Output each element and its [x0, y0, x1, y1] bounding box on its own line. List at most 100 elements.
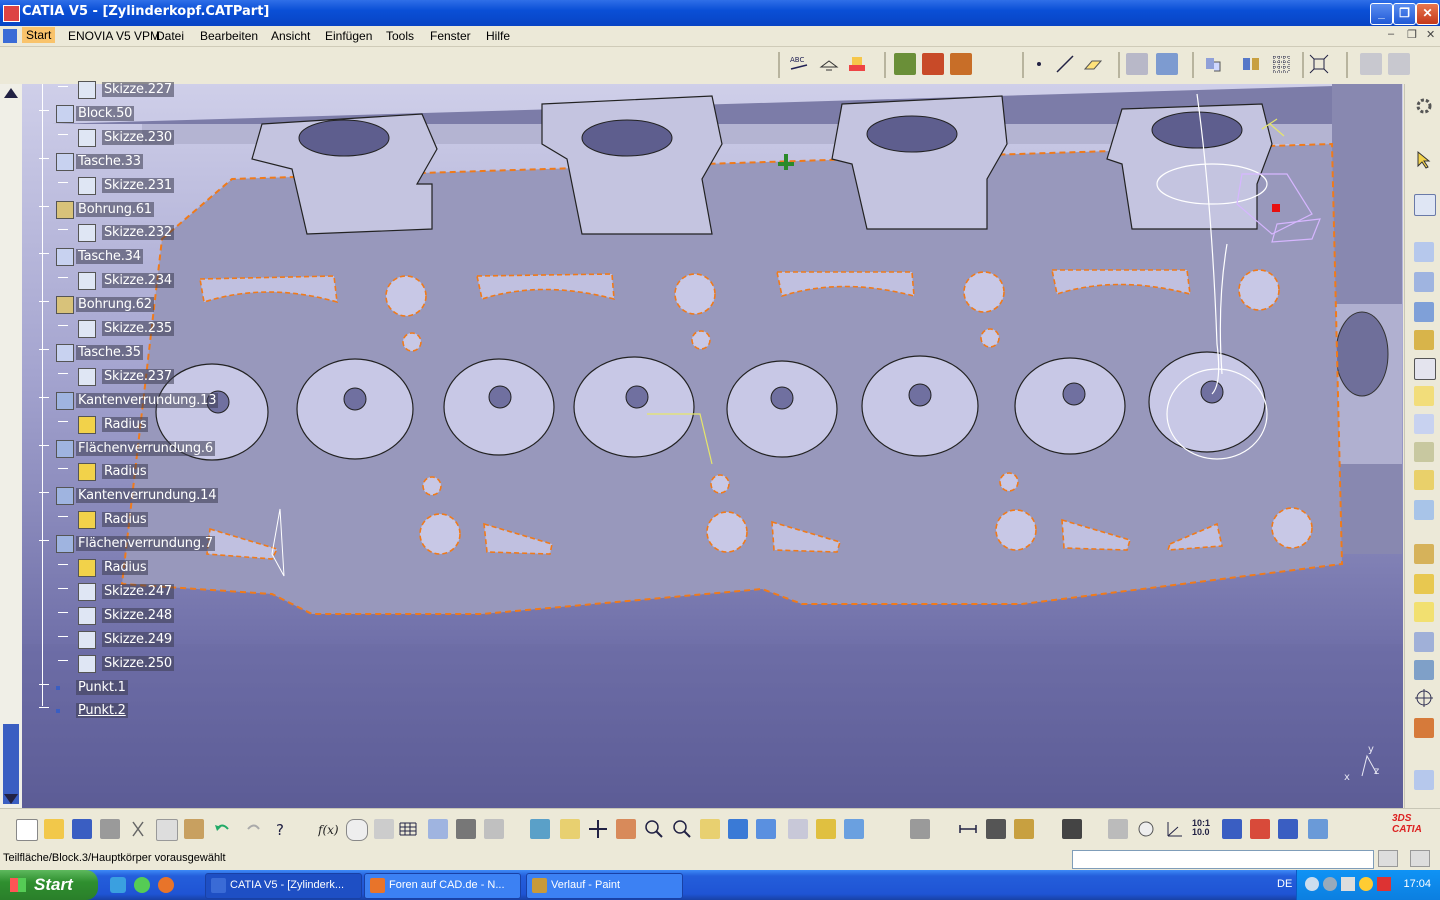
tree-expander-icon[interactable] — [39, 683, 49, 685]
open-file-icon[interactable] — [44, 819, 64, 839]
tree-expander-icon[interactable] — [58, 468, 68, 470]
tree-expander-icon[interactable] — [58, 587, 68, 589]
update-icon[interactable] — [910, 819, 930, 839]
quicklaunch-firefox-icon[interactable] — [158, 877, 174, 893]
scrollbar-thumb[interactable] — [3, 724, 19, 804]
select-arrow-icon[interactable] — [1414, 150, 1434, 170]
tree-expander-icon[interactable] — [58, 86, 68, 87]
language-indicator[interactable]: DE — [1277, 878, 1292, 890]
tree-item-label[interactable]: Tasche.35 — [76, 344, 143, 360]
pocket-icon[interactable] — [1414, 272, 1434, 292]
list-icon[interactable] — [1278, 819, 1298, 839]
scale-icon[interactable] — [1414, 632, 1434, 652]
tree-item-label[interactable]: Radius — [102, 560, 149, 575]
tree-item-label[interactable]: Skizze.247 — [102, 583, 174, 599]
mirror-icon[interactable] — [1414, 574, 1434, 594]
zoom-out-icon[interactable] — [672, 819, 692, 839]
formula-icon[interactable]: f(x) — [317, 819, 339, 839]
tree-expander-icon[interactable] — [39, 492, 49, 494]
capture-icon[interactable] — [1062, 819, 1082, 839]
shell-icon[interactable] — [1414, 470, 1434, 490]
restore-button[interactable]: ❐ — [1393, 3, 1416, 25]
tree-item-label[interactable]: Kantenverrundung.13 — [76, 392, 219, 408]
tree-item-label[interactable]: Block.50 — [76, 105, 135, 121]
constraint-icon[interactable]: ABC — [788, 53, 810, 75]
tree-expander-icon[interactable] — [39, 348, 49, 350]
tree-expander-icon[interactable] — [39, 205, 49, 207]
edge-fillet-icon[interactable] — [1414, 386, 1434, 406]
chamfer-icon[interactable] — [1414, 414, 1434, 434]
tree-expander-icon[interactable] — [58, 372, 68, 374]
shaft-icon[interactable] — [1414, 302, 1434, 322]
multi-view-icon[interactable] — [728, 819, 748, 839]
paste-icon[interactable] — [184, 819, 204, 839]
tree-expander-icon[interactable] — [58, 564, 68, 565]
point-icon[interactable] — [1028, 53, 1050, 75]
menu-start[interactable]: Start — [22, 27, 56, 43]
swap-space-icon[interactable] — [844, 819, 864, 839]
tree-item-label[interactable]: Flächenverrundung.6 — [76, 440, 215, 456]
tree-expander-icon[interactable] — [58, 133, 68, 135]
zoom-in-icon[interactable] — [644, 819, 664, 839]
sketch-solving-icon[interactable] — [950, 53, 972, 75]
tree-expander-icon[interactable] — [39, 109, 49, 111]
swap-visible-space-icon[interactable] — [1156, 53, 1178, 75]
sketch-analysis-icon[interactable] — [922, 53, 944, 75]
ruler-icon[interactable] — [1222, 819, 1242, 839]
apply-material-icon[interactable] — [1414, 770, 1434, 790]
save-icon[interactable] — [72, 819, 92, 839]
normal-view-icon[interactable] — [700, 819, 720, 839]
tree-expander-icon[interactable] — [39, 253, 49, 255]
taskbar-task-button[interactable]: Foren auf CAD.de - N... — [364, 873, 521, 899]
design-table-icon[interactable] — [398, 819, 418, 839]
tree-item-label[interactable]: Skizze.250 — [102, 655, 174, 671]
tree-expander-icon[interactable] — [39, 396, 49, 398]
lock-icon[interactable] — [456, 819, 476, 839]
tree-scrollbar[interactable] — [0, 84, 23, 808]
start-button[interactable]: Start — [0, 870, 98, 900]
draft-icon[interactable] — [1414, 442, 1434, 462]
power-input-field[interactable] — [1072, 850, 1374, 869]
tree-expander-icon[interactable] — [39, 301, 49, 303]
menu-enovia[interactable]: ENOVIA V5 VPM — [68, 29, 160, 43]
tree-item-label[interactable]: Kantenverrundung.14 — [76, 488, 219, 504]
tree-item-label[interactable]: Flächenverrundung.7 — [76, 536, 215, 552]
grid-icon[interactable] — [1270, 53, 1292, 75]
tree-expander-icon[interactable] — [58, 420, 68, 422]
fly-mode-icon[interactable] — [530, 819, 550, 839]
cut-icon[interactable] — [128, 819, 148, 839]
redo-icon[interactable] — [244, 819, 264, 839]
measure-icon[interactable] — [1414, 718, 1434, 738]
tree-expander-icon[interactable] — [39, 540, 49, 542]
pan-icon[interactable] — [588, 819, 608, 839]
tree-item-label[interactable]: Radius — [102, 464, 149, 480]
selected-point-marker[interactable] — [1272, 204, 1280, 212]
iso-view-icon[interactable] — [756, 819, 776, 839]
tray-icon[interactable] — [1323, 877, 1337, 891]
target-icon[interactable] — [1414, 688, 1434, 708]
dimension-icon[interactable] — [1250, 819, 1270, 839]
taskbar-task-button[interactable]: CATIA V5 - [Zylinderk... — [205, 873, 362, 899]
tree-expander-icon[interactable] — [58, 635, 68, 637]
tree-item-label[interactable]: Skizze.231 — [102, 177, 174, 193]
tree-item-label[interactable]: Punkt.2 — [76, 703, 128, 719]
tree-expander-icon[interactable] — [58, 325, 68, 326]
scroll-down-arrow-icon[interactable] — [4, 794, 18, 804]
tree-item-label[interactable]: Bohrung.61 — [76, 201, 154, 217]
fit-all-in-icon[interactable] — [560, 819, 580, 839]
new-file-icon[interactable] — [16, 819, 38, 841]
pattern-icon[interactable] — [1414, 602, 1434, 622]
close-button[interactable]: ✕ — [1416, 3, 1439, 25]
tree-expander-icon[interactable] — [58, 181, 68, 183]
refresh-icon[interactable] — [1108, 819, 1128, 839]
tree-item-label[interactable]: Radius — [102, 512, 149, 528]
line-icon[interactable] — [1054, 53, 1076, 75]
tree-item-label[interactable]: Skizze.232 — [102, 225, 174, 241]
comment-icon[interactable] — [346, 819, 368, 841]
scale-readout[interactable]: 10:1 10.0 — [1192, 819, 1218, 839]
menu-fenster[interactable]: Fenster — [430, 29, 471, 43]
tree-item-label[interactable]: Punkt.1 — [76, 679, 128, 695]
menu-datei[interactable]: Datei — [156, 29, 184, 43]
measure-inertia-icon[interactable] — [1014, 819, 1034, 839]
catia-app-icon[interactable] — [3, 5, 20, 22]
